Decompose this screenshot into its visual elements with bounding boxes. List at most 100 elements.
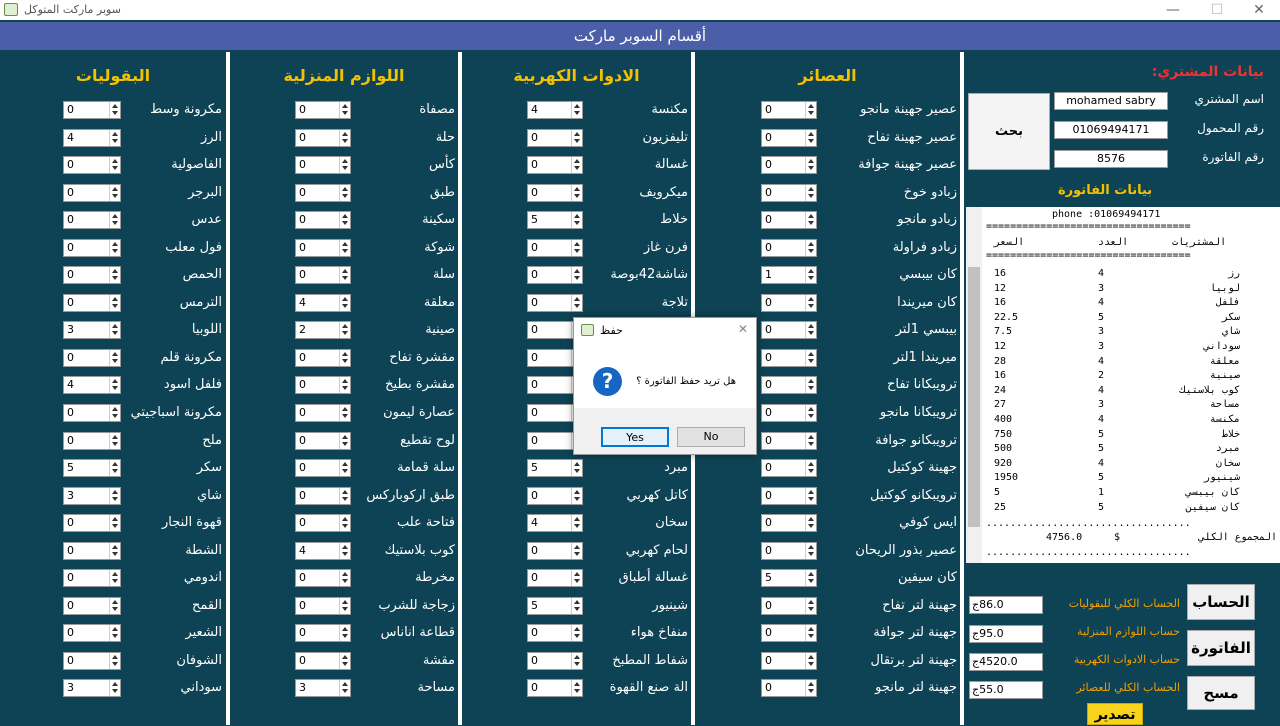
spin-arrows-icon[interactable] — [339, 653, 350, 669]
minimize-button[interactable]: — — [1150, 0, 1196, 20]
spin-arrows-icon[interactable] — [109, 102, 120, 118]
spin-arrows-icon[interactable] — [571, 653, 582, 669]
quantity-spinbox[interactable]: 0 — [761, 652, 817, 670]
spin-arrows-icon[interactable] — [109, 185, 120, 201]
quantity-spinbox[interactable]: 0 — [761, 679, 817, 697]
quantity-spinbox[interactable]: 0 — [761, 432, 817, 450]
spin-arrows-icon[interactable] — [339, 377, 350, 393]
quantity-spinbox[interactable]: 4 — [527, 514, 583, 532]
spin-arrows-icon[interactable] — [571, 157, 582, 173]
spin-arrows-icon[interactable] — [571, 515, 582, 531]
quantity-spinbox[interactable]: 0 — [295, 487, 351, 505]
spin-arrows-icon[interactable] — [109, 680, 120, 696]
quantity-spinbox[interactable]: 0 — [63, 624, 121, 642]
quantity-spinbox[interactable]: 0 — [761, 404, 817, 422]
quantity-spinbox[interactable]: 0 — [63, 266, 121, 284]
quantity-spinbox[interactable]: 0 — [63, 569, 121, 587]
spin-arrows-icon[interactable] — [109, 488, 120, 504]
spin-arrows-icon[interactable] — [339, 240, 350, 256]
spin-arrows-icon[interactable] — [571, 488, 582, 504]
invoice-number-field[interactable]: 8576 — [1054, 150, 1168, 168]
quantity-spinbox[interactable]: 0 — [295, 624, 351, 642]
quantity-spinbox[interactable]: 0 — [63, 652, 121, 670]
quantity-spinbox[interactable]: 0 — [527, 487, 583, 505]
quantity-spinbox[interactable]: 1 — [761, 266, 817, 284]
quantity-spinbox[interactable]: 0 — [527, 184, 583, 202]
quantity-spinbox[interactable]: 0 — [761, 349, 817, 367]
quantity-spinbox[interactable]: 3 — [295, 679, 351, 697]
quantity-spinbox[interactable]: 0 — [295, 376, 351, 394]
phone-field[interactable]: 01069494171 — [1054, 121, 1168, 139]
quantity-spinbox[interactable]: 0 — [527, 239, 583, 257]
spin-arrows-icon[interactable] — [339, 157, 350, 173]
quantity-spinbox[interactable]: 0 — [761, 597, 817, 615]
dialog-close-icon[interactable]: ✕ — [738, 322, 748, 336]
quantity-spinbox[interactable]: 4 — [295, 294, 351, 312]
spin-arrows-icon[interactable] — [571, 130, 582, 146]
quantity-spinbox[interactable]: 4 — [63, 129, 121, 147]
spin-arrows-icon[interactable] — [109, 350, 120, 366]
invoice-receipt[interactable]: phone :01069494171 =====================… — [966, 207, 1280, 563]
receipt-scrollbar[interactable] — [966, 207, 982, 563]
spin-arrows-icon[interactable] — [805, 405, 816, 421]
quantity-spinbox[interactable]: 0 — [761, 239, 817, 257]
spin-arrows-icon[interactable] — [571, 570, 582, 586]
spin-arrows-icon[interactable] — [805, 653, 816, 669]
quantity-spinbox[interactable]: 0 — [63, 239, 121, 257]
quantity-spinbox[interactable]: 0 — [295, 597, 351, 615]
quantity-spinbox[interactable]: 0 — [527, 679, 583, 697]
quantity-spinbox[interactable]: 0 — [761, 184, 817, 202]
quantity-spinbox[interactable]: 0 — [63, 294, 121, 312]
quantity-spinbox[interactable]: 0 — [63, 542, 121, 560]
quantity-spinbox[interactable]: 4 — [295, 542, 351, 560]
spin-arrows-icon[interactable] — [109, 130, 120, 146]
quantity-spinbox[interactable]: 0 — [295, 349, 351, 367]
spin-arrows-icon[interactable] — [571, 267, 582, 283]
quantity-spinbox[interactable]: 0 — [63, 597, 121, 615]
quantity-spinbox[interactable]: 3 — [63, 321, 121, 339]
quantity-spinbox[interactable]: 0 — [295, 129, 351, 147]
quantity-spinbox[interactable]: 0 — [63, 404, 121, 422]
spin-arrows-icon[interactable] — [571, 460, 582, 476]
quantity-spinbox[interactable]: 5 — [527, 597, 583, 615]
quantity-spinbox[interactable]: 0 — [761, 211, 817, 229]
spin-arrows-icon[interactable] — [109, 322, 120, 338]
spin-arrows-icon[interactable] — [109, 377, 120, 393]
quantity-spinbox[interactable]: 0 — [761, 624, 817, 642]
spin-arrows-icon[interactable] — [805, 488, 816, 504]
quantity-spinbox[interactable]: 5 — [527, 211, 583, 229]
quantity-spinbox[interactable]: 3 — [63, 679, 121, 697]
quantity-spinbox[interactable]: 0 — [527, 294, 583, 312]
quantity-spinbox[interactable]: 0 — [527, 156, 583, 174]
spin-arrows-icon[interactable] — [339, 130, 350, 146]
quantity-spinbox[interactable]: 0 — [63, 101, 121, 119]
yes-button[interactable]: Yes — [601, 427, 669, 447]
spin-arrows-icon[interactable] — [805, 350, 816, 366]
spin-arrows-icon[interactable] — [339, 598, 350, 614]
spin-arrows-icon[interactable] — [339, 488, 350, 504]
invoice-button[interactable]: الفاتورة — [1187, 630, 1255, 666]
spin-arrows-icon[interactable] — [805, 322, 816, 338]
spin-arrows-icon[interactable] — [805, 212, 816, 228]
spin-arrows-icon[interactable] — [571, 295, 582, 311]
quantity-spinbox[interactable]: 0 — [527, 266, 583, 284]
spin-arrows-icon[interactable] — [339, 625, 350, 641]
quantity-spinbox[interactable]: 0 — [295, 156, 351, 174]
spin-arrows-icon[interactable] — [339, 460, 350, 476]
close-button[interactable]: ✕ — [1236, 0, 1280, 20]
spin-arrows-icon[interactable] — [339, 515, 350, 531]
spin-arrows-icon[interactable] — [109, 157, 120, 173]
quantity-spinbox[interactable]: 0 — [63, 184, 121, 202]
quantity-spinbox[interactable]: 0 — [295, 569, 351, 587]
quantity-spinbox[interactable]: 0 — [761, 101, 817, 119]
spin-arrows-icon[interactable] — [339, 102, 350, 118]
spin-arrows-icon[interactable] — [571, 212, 582, 228]
quantity-spinbox[interactable]: 0 — [761, 514, 817, 532]
quantity-spinbox[interactable]: 0 — [761, 542, 817, 560]
no-button[interactable]: No — [677, 427, 745, 447]
spin-arrows-icon[interactable] — [339, 405, 350, 421]
quantity-spinbox[interactable]: 0 — [527, 624, 583, 642]
quantity-spinbox[interactable]: 0 — [527, 652, 583, 670]
quantity-spinbox[interactable]: 0 — [295, 652, 351, 670]
spin-arrows-icon[interactable] — [109, 570, 120, 586]
